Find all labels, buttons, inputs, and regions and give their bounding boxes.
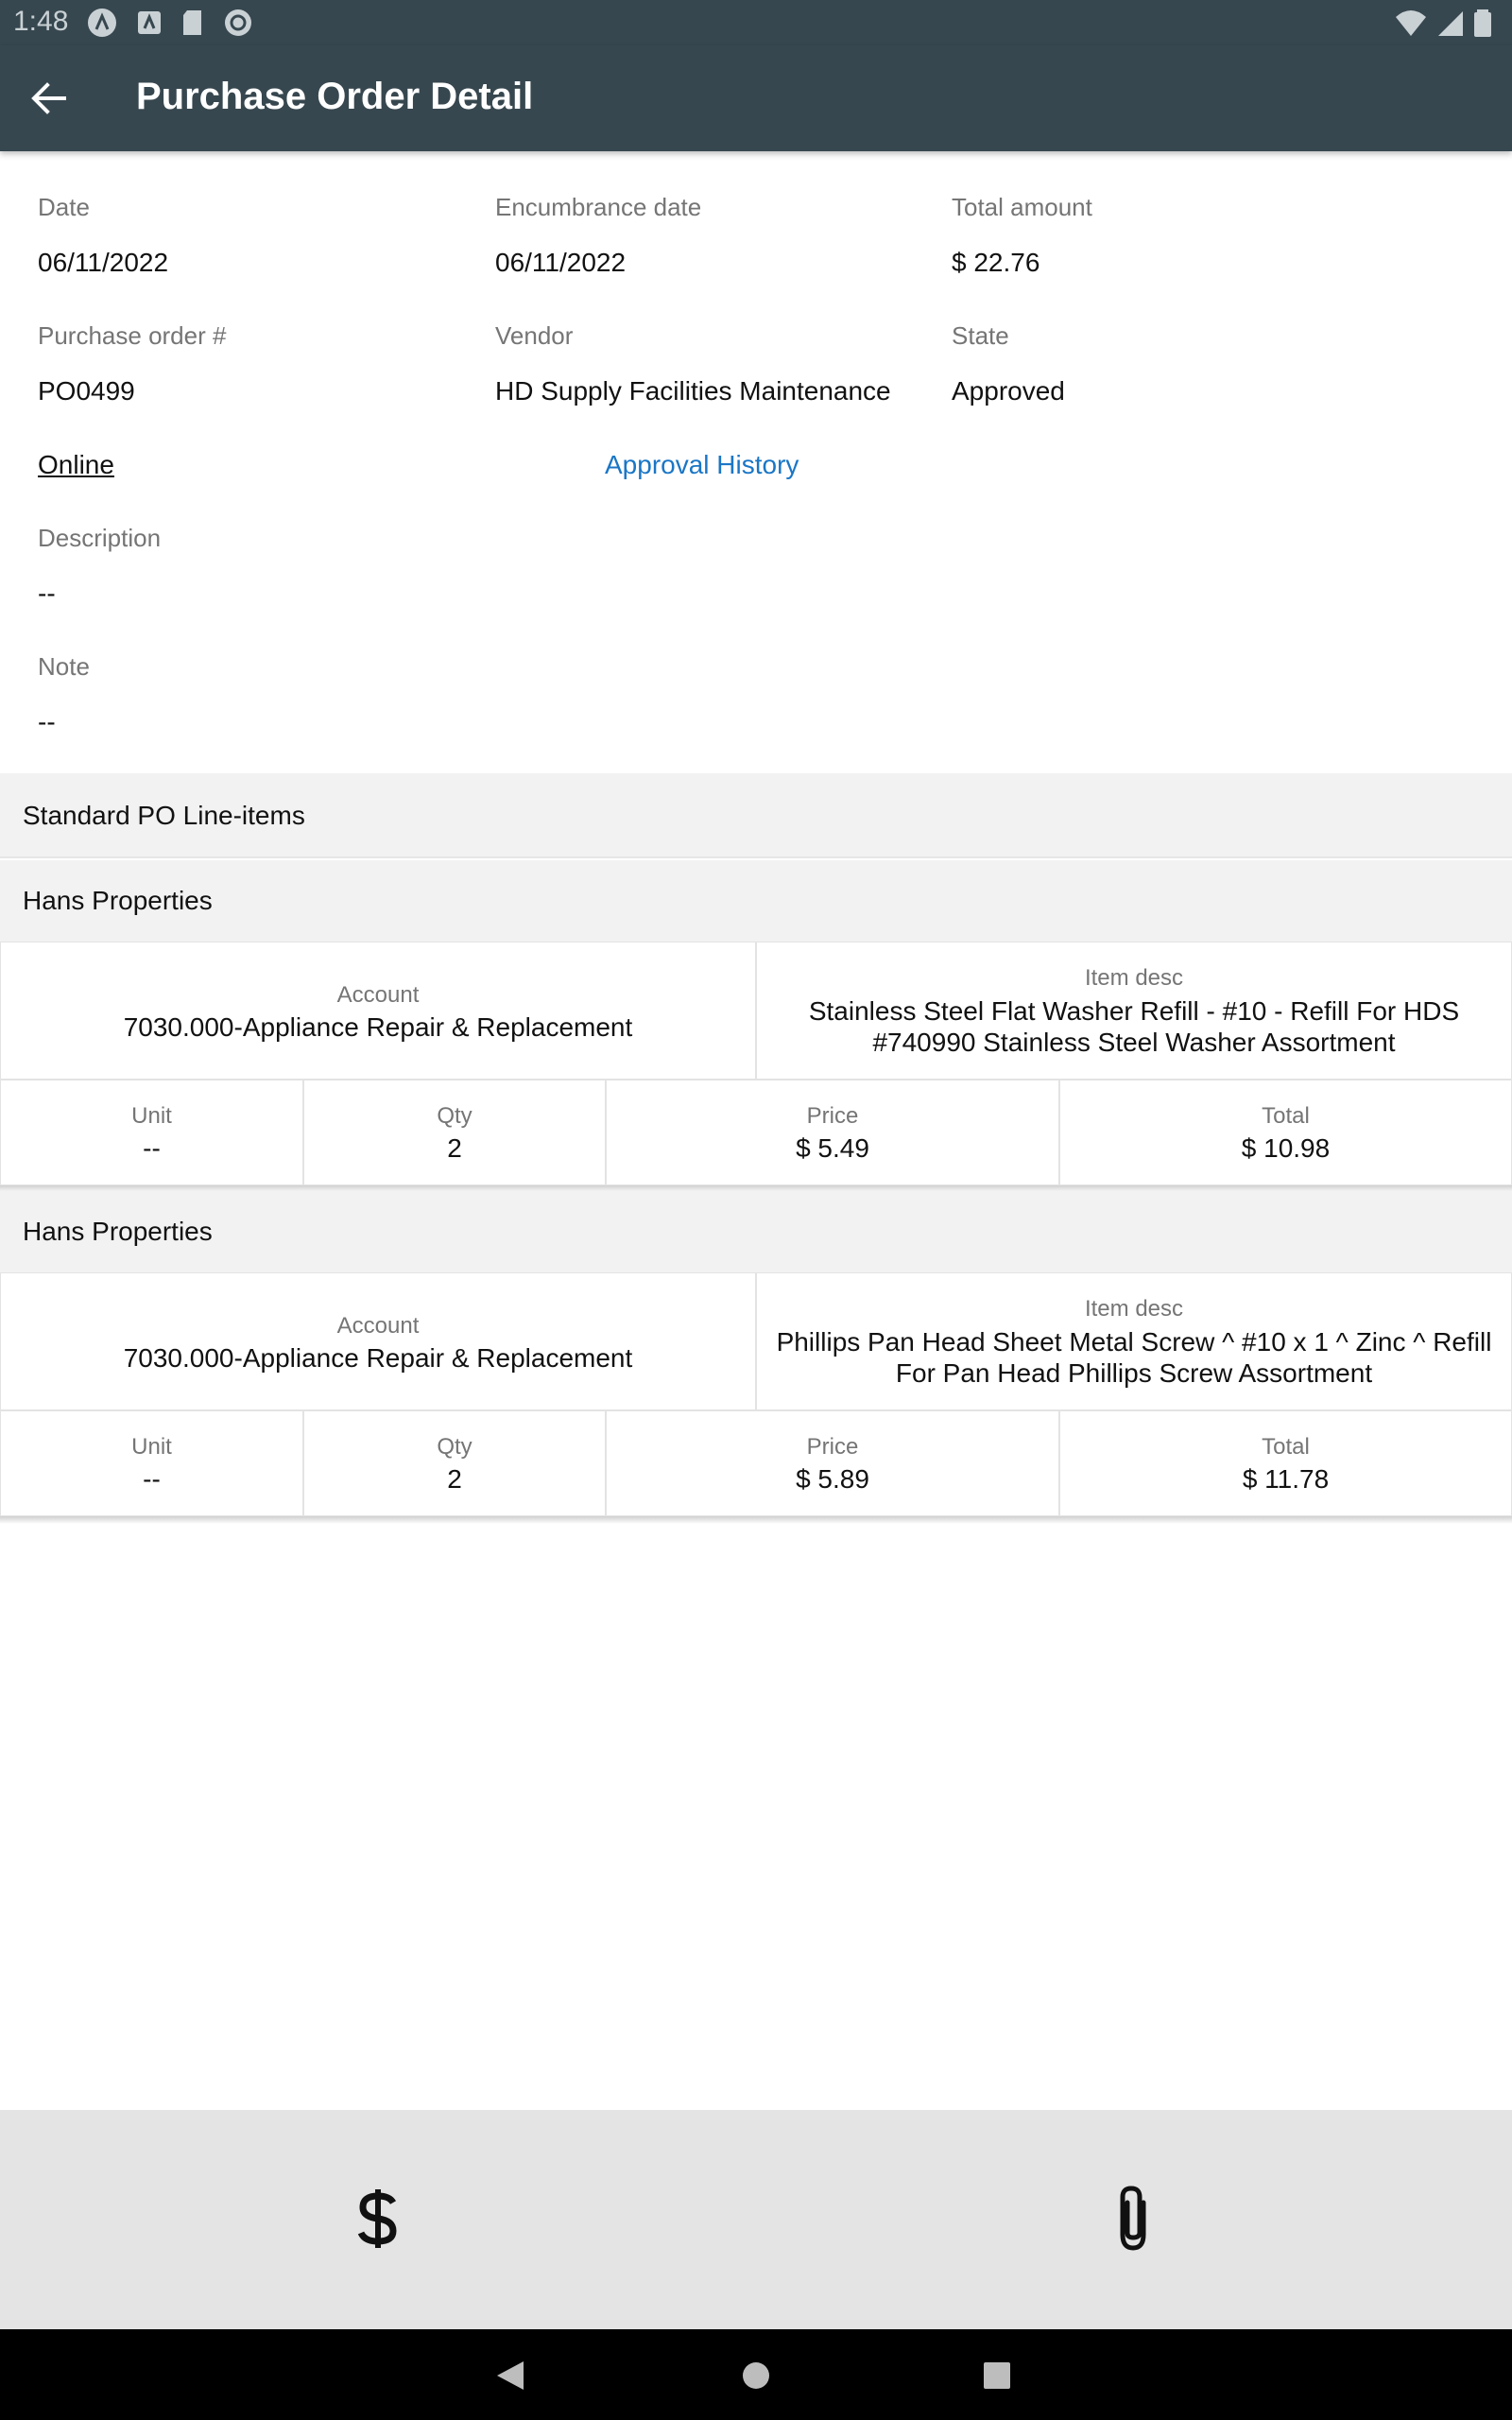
note-value: --: [38, 707, 56, 736]
item-desc-value: Stainless Steel Flat Washer Refill - #10…: [808, 996, 1460, 1057]
price-value: $ 5.89: [796, 1464, 869, 1494]
status-right-icons: [1394, 8, 1493, 45]
arrow-left-icon[interactable]: [28, 78, 70, 119]
notification-app-icon: [138, 11, 161, 34]
signal-icon: [1437, 11, 1463, 36]
status-time: 1:48: [13, 6, 69, 37]
page-title: Purchase Order Detail: [136, 76, 534, 117]
po-number-label: Purchase order #: [38, 321, 227, 350]
total-amount-label: Total amount: [952, 193, 1092, 221]
vendor-value: HD Supply Facilities Maintenance: [495, 376, 891, 406]
approval-history-link[interactable]: Approval History: [605, 450, 799, 480]
unit-label: Unit: [131, 1434, 172, 1460]
description-value: --: [38, 579, 56, 608]
bottom-action-bar: [0, 2110, 1512, 2329]
encumbrance-date-value: 06/11/2022: [495, 248, 627, 277]
line-item-property-header: Hans Properties: [0, 860, 1512, 942]
total-cell: Total $ 10.98: [1059, 1080, 1512, 1185]
total-cell: Total $ 11.78: [1059, 1410, 1512, 1516]
total-value: $ 10.98: [1241, 1133, 1331, 1163]
qty-label: Qty: [437, 1434, 472, 1460]
state-label: State: [952, 321, 1009, 350]
price-label: Price: [806, 1434, 859, 1460]
description-label: Description: [38, 524, 162, 552]
line-item-desc-cell: Item desc Stainless Steel Flat Washer Re…: [756, 942, 1512, 1080]
battery-icon: [1474, 9, 1491, 37]
account-label: Account: [336, 1313, 420, 1339]
encumbrance-date-label: Encumbrance date: [495, 193, 702, 221]
price-label: Price: [806, 1103, 859, 1129]
account-label: Account: [336, 982, 420, 1008]
unit-cell: Unit --: [0, 1080, 303, 1185]
item-desc-label: Item desc: [1084, 965, 1184, 991]
line-item-account-cell: Account 7030.000-Appliance Repair & Repl…: [0, 942, 756, 1080]
price-cell: Price $ 5.89: [606, 1410, 1059, 1516]
qty-cell: Qty 2: [303, 1410, 606, 1516]
sd-card-icon: [183, 10, 201, 35]
nav-back-icon[interactable]: [495, 2360, 525, 2392]
online-link[interactable]: Online: [38, 450, 114, 480]
item-desc-label: Item desc: [1084, 1296, 1184, 1322]
nav-recents-icon[interactable]: [983, 2361, 1011, 2390]
qty-value: 2: [447, 1133, 462, 1163]
total-label: Total: [1262, 1434, 1310, 1460]
line-item-property: Hans Properties: [23, 886, 213, 915]
date-value: 06/11/2022: [38, 248, 169, 277]
qty-cell: Qty 2: [303, 1080, 606, 1185]
item-desc-value: Phillips Pan Head Sheet Metal Screw ^ #1…: [776, 1327, 1492, 1388]
account-value: 7030.000-Appliance Repair & Replacement: [123, 1343, 633, 1373]
unit-value: --: [143, 1464, 161, 1494]
unit-label: Unit: [131, 1103, 172, 1129]
state-value: Approved: [952, 376, 1065, 406]
app-bar: Purchase Order Detail: [0, 45, 1512, 151]
wifi-icon: [1396, 10, 1427, 36]
qty-value: 2: [447, 1464, 462, 1494]
total-value: $ 11.78: [1242, 1464, 1330, 1494]
qty-label: Qty: [437, 1103, 472, 1129]
unit-cell: Unit --: [0, 1410, 303, 1516]
status-bar: 1:48: [0, 0, 1512, 45]
unit-value: --: [143, 1133, 161, 1163]
vendor-label: Vendor: [495, 321, 574, 350]
line-items-section-header: Standard PO Line-items: [0, 773, 1512, 858]
system-navigation-bar: [0, 2329, 1512, 2420]
line-items-section-title: Standard PO Line-items: [23, 801, 305, 830]
price-value: $ 5.49: [796, 1133, 869, 1163]
po-number-value: PO0499: [38, 376, 135, 406]
account-value: 7030.000-Appliance Repair & Replacement: [123, 1012, 633, 1042]
line-item-account-cell: Account 7030.000-Appliance Repair & Repl…: [0, 1272, 756, 1410]
notification-a-icon: [88, 9, 116, 37]
total-label: Total: [1262, 1103, 1310, 1129]
dollar-icon[interactable]: [350, 2186, 406, 2252]
total-amount-value: $ 22.76: [952, 248, 1040, 277]
sync-icon: [225, 9, 251, 36]
card-shadow: [0, 1516, 1512, 1524]
nav-home-icon[interactable]: [741, 2360, 771, 2391]
note-label: Note: [38, 652, 90, 681]
paperclip-icon[interactable]: [1111, 2184, 1155, 2254]
line-item-property: Hans Properties: [23, 1217, 213, 1246]
date-label: Date: [38, 193, 90, 221]
line-item-desc-cell: Item desc Phillips Pan Head Sheet Metal …: [756, 1272, 1512, 1410]
price-cell: Price $ 5.49: [606, 1080, 1059, 1185]
line-item-property-header: Hans Properties: [0, 1191, 1512, 1272]
